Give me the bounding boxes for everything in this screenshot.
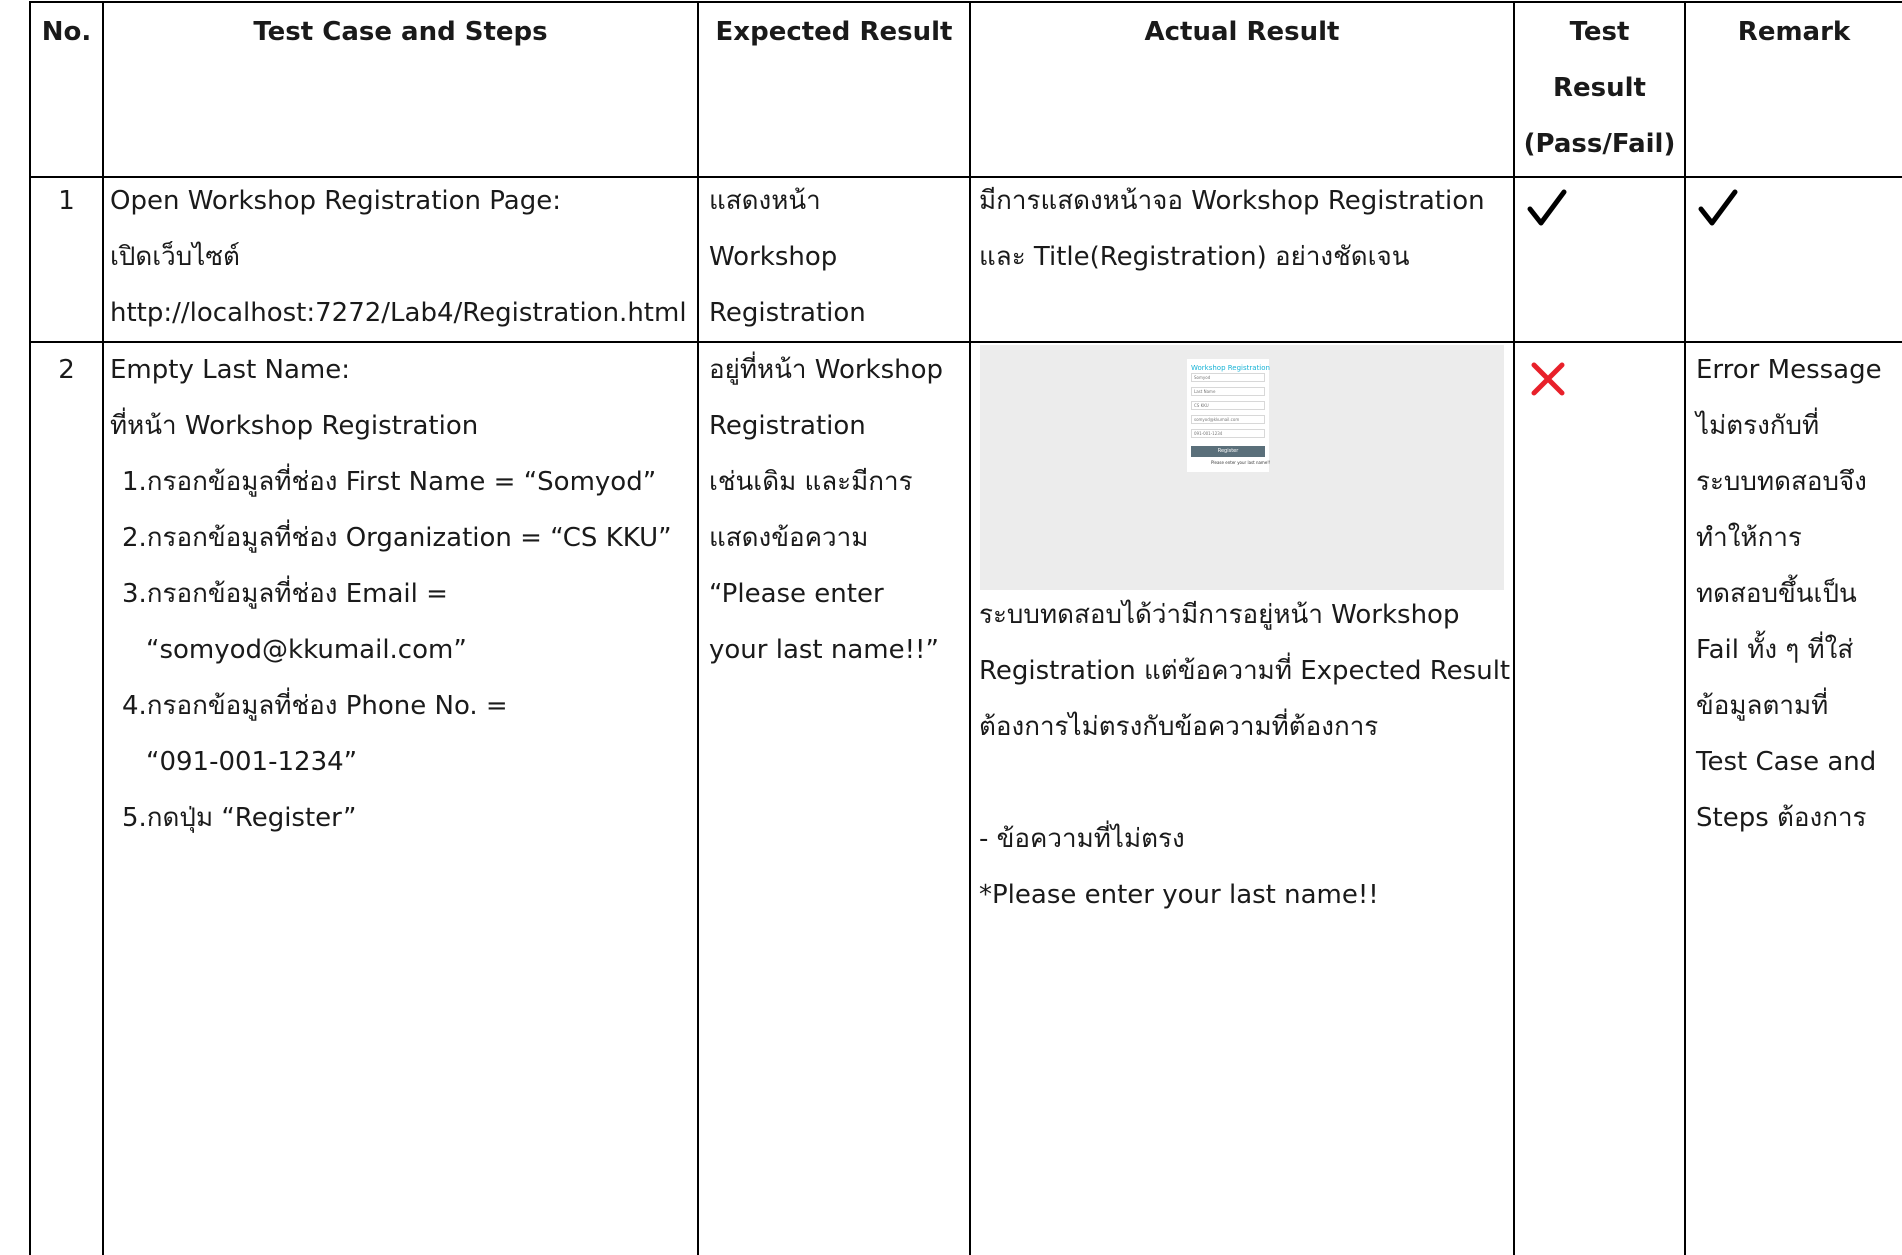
register-button: Register xyxy=(1191,446,1265,457)
row1-expected: แสดงหน้า Workshop Registration xyxy=(709,186,866,328)
test-case-table: No. Test Case and Steps Expected Result … xyxy=(0,0,1902,1255)
step-1: 1.กรอกข้อมูลที่ช่อง First Name = “Somyod… xyxy=(122,467,657,497)
error-message: Please enter your last name!! xyxy=(1211,460,1271,465)
check-icon xyxy=(1698,189,1738,226)
table-border-top xyxy=(29,1,1902,3)
check-icon xyxy=(1527,189,1567,226)
row1-actual: มีการแสดงหน้าจอ Workshop Registration แล… xyxy=(979,186,1485,272)
organization-field: CS KKU xyxy=(1191,401,1265,410)
header-expected: Expected Result xyxy=(715,17,953,47)
row2-actual: ระบบทดสอบได้ว่ามีการอยู่หน้า Workshop Re… xyxy=(979,600,1511,910)
header-no: No. xyxy=(41,17,92,47)
form-title: Workshop Registration xyxy=(1191,364,1270,372)
first-name-field: Somyod xyxy=(1191,373,1265,382)
step-2: 2.กรอกข้อมูลที่ช่อง Organization = “CS K… xyxy=(122,523,672,553)
step-4-value: “091-001-1234” xyxy=(146,747,358,777)
header-steps: Test Case and Steps xyxy=(253,17,548,47)
step-5: 5.กดปุ่ม “Register” xyxy=(122,803,357,833)
cross-icon xyxy=(1531,362,1565,396)
registration-form-preview: Workshop Registration Somyod Last Name C… xyxy=(1187,359,1271,472)
header-actual: Actual Result xyxy=(1144,17,1340,47)
step-3-value: “somyod@kkumail.com” xyxy=(146,635,467,665)
last-name-field: Last Name xyxy=(1191,387,1265,396)
table-col-line-4 xyxy=(1513,1,1515,1255)
email-field: somyod@kkumail.com xyxy=(1191,415,1265,424)
step-3: 3.กรอกข้อมูลที่ช่อง Email = xyxy=(122,579,448,609)
actual-result-screenshot: Workshop Registration Somyod Last Name C… xyxy=(980,345,1504,590)
header-remark: Remark xyxy=(1737,17,1851,47)
header-result: Test Result (Pass/Fail) xyxy=(1523,17,1676,159)
phone-field: 091-001-1234 xyxy=(1191,429,1265,438)
row2-steps: Empty Last Name: ที่หน้า Workshop Regist… xyxy=(104,342,697,846)
row2-remark: Error Message ไม่ตรงกับที่ ระบบทดสอบจึง … xyxy=(1696,355,1882,833)
row2-expected: อยู่ที่หน้า Workshop Registration เช่นเด… xyxy=(709,355,944,665)
row2-no: 2 xyxy=(58,355,75,385)
row1-no: 1 xyxy=(58,186,75,216)
row1-steps: Open Workshop Registration Page: เปิดเว็… xyxy=(110,186,687,328)
step-4: 4.กรอกข้อมูลที่ช่อง Phone No. = xyxy=(122,691,508,721)
